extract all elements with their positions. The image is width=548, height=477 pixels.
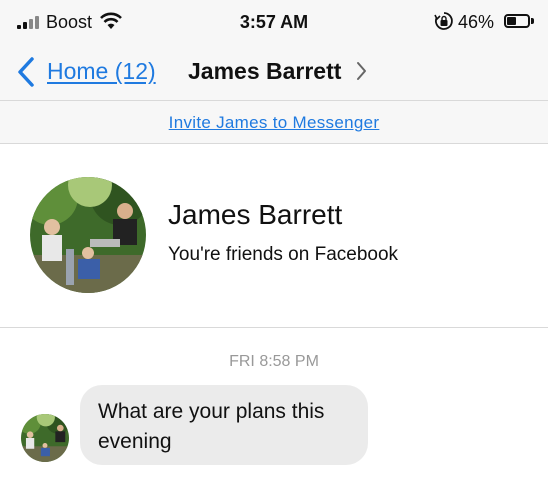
battery-percent: 46% <box>458 12 495 32</box>
battery-icon <box>504 14 530 28</box>
invite-to-messenger-link[interactable]: Invite James to Messenger <box>169 113 380 133</box>
profile-avatar[interactable] <box>30 177 146 293</box>
friendship-status: You're friends on Facebook <box>168 244 399 265</box>
back-chevron-icon[interactable] <box>14 55 36 89</box>
profile-name: James Barrett <box>168 199 343 230</box>
back-button[interactable]: Home (12) <box>47 58 156 85</box>
invite-banner: Invite James to Messenger <box>0 101 548 144</box>
chevron-right-icon[interactable] <box>355 60 369 82</box>
battery-level <box>507 17 517 25</box>
message-bubble[interactable]: What are your plans this evening <box>80 385 368 465</box>
navigation-bar: Home (12) James Barrett <box>0 44 548 101</box>
rotation-lock-icon <box>434 12 453 30</box>
battery-cap <box>531 18 534 24</box>
sender-avatar[interactable] <box>21 414 69 462</box>
status-bar: Boost 3:57 AM 46% <box>0 0 548 44</box>
message-timestamp: FRI 8:58 PM <box>229 353 319 370</box>
conversation-title[interactable]: James Barrett <box>188 58 341 85</box>
profile-header: James Barrett You're friends on Facebook <box>0 144 548 328</box>
